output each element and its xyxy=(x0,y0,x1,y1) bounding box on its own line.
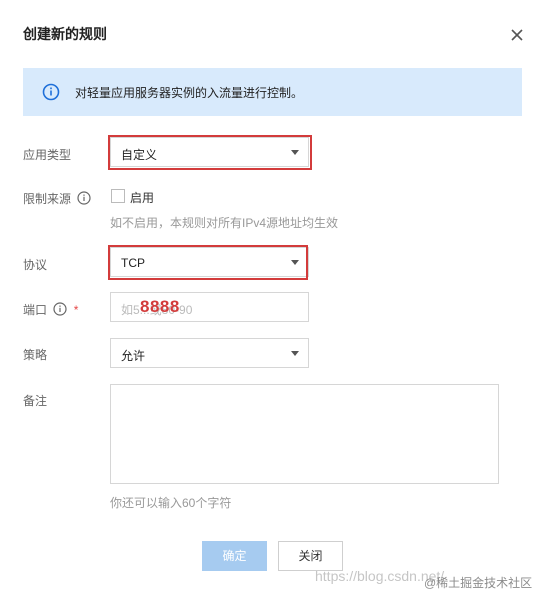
caret-down-icon xyxy=(291,351,299,356)
help-icon[interactable] xyxy=(53,302,67,319)
enable-source-label: 启用 xyxy=(130,191,155,205)
enable-source-checkbox[interactable] xyxy=(111,189,125,203)
remark-label: 备注 xyxy=(23,394,48,408)
app-type-value: 自定义 xyxy=(121,148,158,162)
source-label: 限制来源 xyxy=(23,192,72,206)
confirm-button[interactable]: 确定 xyxy=(202,541,267,571)
policy-label: 策略 xyxy=(23,348,48,362)
create-rule-dialog: 创建新的规则 对轻量应用服务器实例的入流量进行控制。 应用类型 自定义 限制来源 xyxy=(0,0,549,595)
caret-down-icon xyxy=(291,150,299,155)
port-label: 端口 xyxy=(23,303,48,317)
required-mark: * xyxy=(73,303,79,317)
source-hint: 如不启用，本规则对所有IPv4源地址均生效 xyxy=(110,216,339,230)
info-banner: 对轻量应用服务器实例的入流量进行控制。 xyxy=(23,68,522,116)
app-type-select[interactable]: 自定义 xyxy=(110,137,309,167)
close-icon[interactable] xyxy=(506,24,528,46)
watermark-brand: @稀土掘金技术社区 xyxy=(424,576,533,590)
remark-textarea[interactable] xyxy=(110,384,499,484)
close-button[interactable]: 关闭 xyxy=(278,541,343,571)
protocol-value: TCP xyxy=(121,256,145,270)
app-type-label: 应用类型 xyxy=(23,148,72,162)
info-icon xyxy=(42,83,60,101)
protocol-label: 协议 xyxy=(23,258,48,272)
port-annotation-number: 8888 xyxy=(140,297,180,316)
port-label-row: 端口 * xyxy=(23,301,78,319)
policy-select[interactable]: 允许 xyxy=(110,338,309,368)
info-text: 对轻量应用服务器实例的入流量进行控制。 xyxy=(75,86,304,100)
protocol-select[interactable]: TCP xyxy=(110,247,309,277)
remark-char-hint: 你还可以输入60个字符 xyxy=(110,496,232,510)
policy-value: 允许 xyxy=(121,349,146,363)
help-icon[interactable] xyxy=(77,191,91,208)
caret-down-icon xyxy=(291,260,299,265)
dialog-title: 创建新的规则 xyxy=(23,26,107,42)
source-label-row: 限制来源 xyxy=(23,190,91,208)
